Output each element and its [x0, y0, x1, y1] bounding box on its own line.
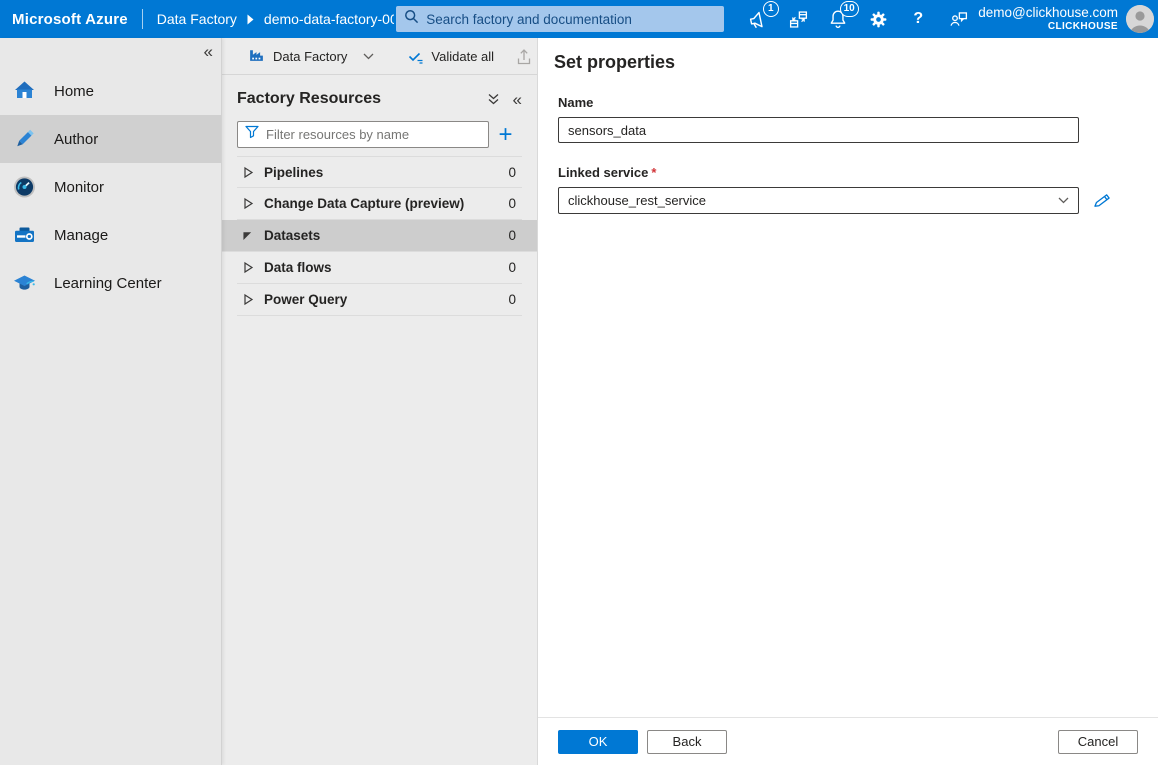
top-bar: Microsoft Azure Data Factory demo-data-f…: [0, 0, 1158, 38]
collapse-panel-icon[interactable]: «: [513, 91, 522, 108]
topbar-actions: 1 10: [738, 6, 978, 33]
home-icon: [11, 79, 37, 103]
gauge-icon: [11, 175, 37, 199]
add-resource-button[interactable]: +: [489, 123, 522, 147]
chevron-right-icon[interactable]: [241, 196, 264, 211]
avatar[interactable]: [1126, 5, 1154, 33]
tree-item-pipelines[interactable]: Pipelines 0: [237, 156, 522, 188]
chevron-down-icon: [1058, 197, 1069, 204]
name-field[interactable]: [558, 117, 1079, 143]
set-properties-panel: Set properties Name Linked service* clic…: [537, 38, 1158, 765]
required-marker: *: [651, 165, 656, 180]
feedback-button[interactable]: [945, 6, 972, 33]
sidebar-item-home[interactable]: Home: [0, 67, 221, 115]
cancel-button[interactable]: Cancel: [1058, 730, 1138, 754]
publish-icon[interactable]: [516, 48, 532, 65]
linked-service-label: Linked service*: [558, 165, 1158, 180]
name-label: Name: [558, 95, 1158, 110]
sidebar-item-label: Learning Center: [54, 275, 162, 292]
left-nav: « Home: [0, 38, 222, 765]
breadcrumb-instance[interactable]: demo-data-factory-00: [264, 11, 394, 27]
settings-button[interactable]: [865, 6, 892, 33]
notifications-button[interactable]: 10: [825, 6, 852, 33]
linked-service-dropdown[interactable]: clickhouse_rest_service: [558, 187, 1079, 214]
whats-new-button[interactable]: 1: [745, 6, 772, 33]
global-search[interactable]: [396, 6, 724, 32]
switch-window-button[interactable]: [785, 6, 812, 33]
notifications-badge: 10: [840, 1, 859, 17]
item-count: 0: [508, 196, 516, 211]
edit-linked-service-icon[interactable]: [1093, 191, 1112, 210]
azure-brand[interactable]: Microsoft Azure: [12, 11, 128, 28]
collapse-sidebar-icon[interactable]: «: [204, 42, 213, 62]
breadcrumb-chevron-icon: [246, 14, 255, 25]
item-count: 0: [508, 228, 516, 243]
sidebar-item-manage[interactable]: Manage: [0, 211, 221, 259]
chevron-down-icon[interactable]: [363, 53, 374, 60]
filter-resources[interactable]: [237, 121, 489, 148]
chevron-expanded-icon[interactable]: [241, 229, 264, 242]
dialog-footer: OK Back Cancel: [538, 717, 1158, 765]
panel-toolbar: Data Factory Validate all: [222, 38, 537, 75]
sidebar-item-label: Home: [54, 83, 94, 100]
help-button[interactable]: ?: [905, 6, 932, 33]
filter-funnel-icon: [245, 125, 259, 144]
account-info[interactable]: demo@clickhouse.com CLICKHOUSE: [978, 5, 1118, 33]
sidebar-item-label: Author: [54, 131, 98, 148]
chevron-right-icon[interactable]: [241, 165, 264, 180]
tree-item-power-query[interactable]: Power Query 0: [237, 284, 522, 316]
item-count: 0: [508, 292, 516, 307]
tree-item-data-flows[interactable]: Data flows 0: [237, 252, 522, 284]
search-icon: [404, 9, 419, 29]
breadcrumb-app[interactable]: Data Factory: [157, 11, 237, 27]
toolbox-icon: [11, 223, 37, 247]
topbar-divider: [142, 9, 143, 29]
sidebar-item-label: Manage: [54, 227, 108, 244]
ok-button[interactable]: OK: [558, 730, 638, 754]
account-email: demo@clickhouse.com: [978, 5, 1118, 21]
back-button[interactable]: Back: [647, 730, 727, 754]
resource-explorer: Data Factory Validate all Factory Resour…: [222, 38, 537, 765]
sidebar-item-monitor[interactable]: Monitor: [0, 163, 221, 211]
sidebar-item-learning-center[interactable]: Learning Center: [0, 259, 221, 307]
filter-input[interactable]: [266, 127, 481, 142]
item-count: 0: [508, 260, 516, 275]
page-title: Set properties: [554, 52, 1158, 73]
sidebar-item-label: Monitor: [54, 179, 104, 196]
chevron-right-icon[interactable]: [241, 292, 264, 307]
graduation-cap-icon: [11, 271, 37, 295]
resource-tree: Pipelines 0 Change Data Capture (preview…: [222, 156, 537, 316]
item-count: 0: [508, 165, 516, 180]
tree-item-datasets[interactable]: Datasets 0: [222, 220, 537, 252]
pencil-icon: [11, 127, 37, 151]
factory-menu[interactable]: Data Factory: [273, 49, 347, 64]
validate-all-button[interactable]: Validate all: [408, 49, 494, 64]
whats-new-badge: 1: [763, 1, 779, 17]
account-tenant: CLICKHOUSE: [978, 21, 1118, 33]
linked-service-value: clickhouse_rest_service: [568, 193, 706, 208]
chevron-right-icon[interactable]: [241, 260, 264, 275]
search-input[interactable]: [426, 12, 716, 27]
panel-title: Factory Resources: [237, 90, 381, 108]
sidebar-item-author[interactable]: Author: [0, 115, 221, 163]
collapse-all-icon[interactable]: [487, 93, 500, 106]
tree-item-change-data-capture[interactable]: Change Data Capture (preview) 0: [237, 188, 522, 220]
factory-icon: [248, 46, 265, 66]
